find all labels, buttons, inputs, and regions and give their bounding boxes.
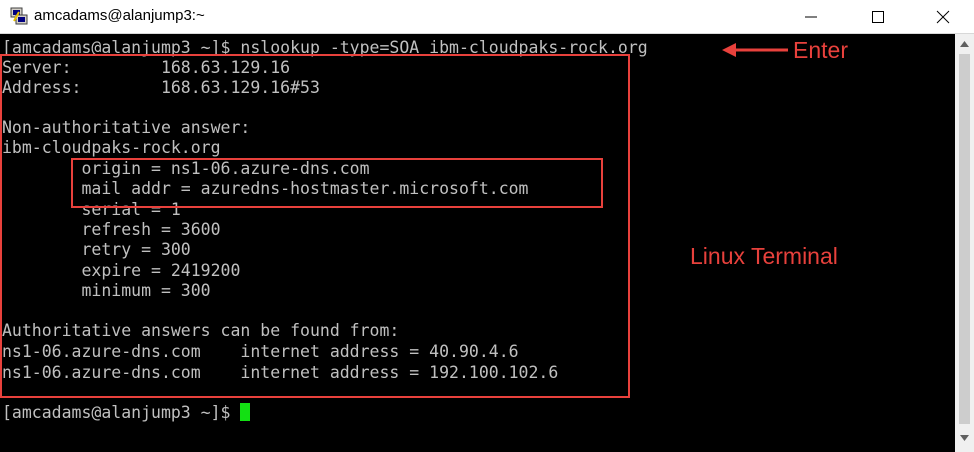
linux-terminal-annotation: Linux Terminal xyxy=(690,243,838,269)
terminal-cursor xyxy=(240,403,251,421)
window-title: amcadams@alanjump3:~ xyxy=(34,7,205,24)
arrow-left-icon xyxy=(722,43,788,57)
putty-icon[interactable] xyxy=(10,7,28,25)
minimize-icon xyxy=(805,16,817,18)
maximize-icon xyxy=(872,11,884,23)
scroll-down-icon[interactable] xyxy=(959,434,970,442)
minimize-button[interactable] xyxy=(788,0,834,33)
prompt-line[interactable]: [amcadams@alanjump3 ~]$ xyxy=(2,403,251,423)
terminal-window: amcadams@alanjump3:~ [amcadams@alanjump3… xyxy=(0,0,974,452)
close-icon xyxy=(936,10,950,24)
origin-mail-highlight-box xyxy=(71,158,603,208)
vertical-scrollbar[interactable] xyxy=(955,34,974,452)
output-highlight-box xyxy=(0,54,630,398)
prompt-text: [amcadams@alanjump3 ~]$ xyxy=(2,403,241,422)
scrollbar-thumb[interactable] xyxy=(959,54,970,424)
title-bar[interactable]: amcadams@alanjump3:~ xyxy=(0,0,974,34)
maximize-button[interactable] xyxy=(855,0,901,33)
close-button[interactable] xyxy=(920,0,966,33)
enter-annotation: Enter xyxy=(793,37,848,63)
scroll-up-icon[interactable] xyxy=(959,40,970,48)
